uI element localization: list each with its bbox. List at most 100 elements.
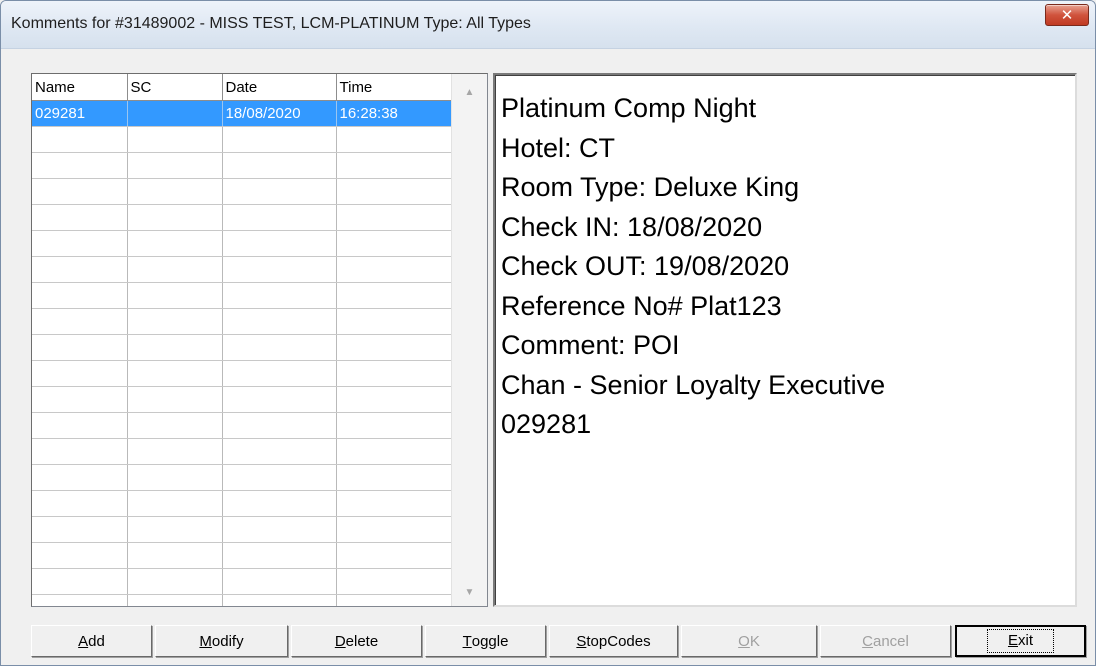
empty-cell xyxy=(336,204,453,231)
empty-cell xyxy=(127,438,223,465)
empty-cell xyxy=(222,152,337,179)
table-row[interactable]: 029281 18/08/2020 16:28:38 xyxy=(32,100,453,127)
empty-cell xyxy=(336,412,453,439)
dialog-content: Name SC Date Time 029281 18/08/2020 16:2… xyxy=(1,49,1095,665)
empty-cell xyxy=(127,152,223,179)
cancel-accelerator: C xyxy=(862,632,873,650)
close-button[interactable]: ✕ xyxy=(1045,4,1089,26)
empty-cell xyxy=(222,308,337,335)
delete-button[interactable]: Delete xyxy=(291,625,422,657)
column-header-sc[interactable]: SC xyxy=(127,74,223,101)
modify-label: odify xyxy=(211,632,244,650)
empty-row xyxy=(32,594,453,606)
ok-button[interactable]: OK xyxy=(681,625,817,657)
add-button[interactable]: Add xyxy=(31,625,152,657)
empty-cell xyxy=(336,334,453,361)
komments-grid: Name SC Date Time 029281 18/08/2020 16:2… xyxy=(32,74,453,606)
empty-row xyxy=(32,152,453,179)
comment-line: 029281 xyxy=(501,409,592,439)
empty-row xyxy=(32,464,453,491)
empty-cell xyxy=(336,464,453,491)
empty-row xyxy=(32,542,453,569)
empty-cell xyxy=(336,594,453,606)
empty-cell xyxy=(32,178,128,205)
scroll-up-arrow-icon[interactable]: ▲ xyxy=(452,80,487,104)
exit-button[interactable]: Exit xyxy=(955,625,1086,657)
column-header-name[interactable]: Name xyxy=(32,74,128,101)
empty-cell xyxy=(32,282,128,309)
stopcodes-button[interactable]: StopCodes xyxy=(549,625,678,657)
empty-cell xyxy=(127,490,223,517)
empty-cell xyxy=(32,308,128,335)
empty-cell xyxy=(336,438,453,465)
empty-cell xyxy=(32,230,128,257)
empty-cell xyxy=(336,152,453,179)
empty-cell xyxy=(222,126,337,153)
empty-cell xyxy=(222,438,337,465)
komments-list[interactable]: Name SC Date Time 029281 18/08/2020 16:2… xyxy=(31,73,488,607)
empty-row xyxy=(32,360,453,387)
empty-cell xyxy=(222,386,337,413)
empty-cell xyxy=(32,126,128,153)
empty-cell xyxy=(222,516,337,543)
empty-cell xyxy=(32,464,128,491)
empty-cell xyxy=(32,568,128,595)
toggle-button[interactable]: Toggle xyxy=(425,625,546,657)
empty-cell xyxy=(222,204,337,231)
komments-window: Komments for #31489002 - MISS TEST, LCM-… xyxy=(0,0,1096,666)
comment-text-area[interactable]: Platinum Comp Night Hotel: CT Room Type:… xyxy=(493,73,1077,607)
modify-accelerator: M xyxy=(199,632,212,650)
add-accelerator: A xyxy=(78,632,89,650)
comment-line: Chan - Senior Loyalty Executive xyxy=(501,369,886,400)
comment-line: Room Type: Deluxe King xyxy=(501,172,800,202)
close-icon: ✕ xyxy=(1060,7,1074,24)
button-bar: Add Modify Delete Toggle StopCodes OK Ca… xyxy=(31,625,1087,657)
toggle-accelerator: T xyxy=(462,632,472,650)
empty-cell xyxy=(32,438,128,465)
modify-button[interactable]: Modify xyxy=(155,625,288,657)
empty-cell xyxy=(336,516,453,543)
empty-cell xyxy=(336,360,453,387)
list-scrollbar[interactable]: ▲ ▼ xyxy=(451,74,487,606)
window-title: Komments for #31489002 - MISS TEST, LCM-… xyxy=(11,15,531,32)
empty-row xyxy=(32,308,453,335)
exit-label: xit xyxy=(1018,632,1033,649)
empty-row xyxy=(32,334,453,361)
empty-cell xyxy=(127,386,223,413)
comment-line: Check OUT: 19/08/2020 xyxy=(501,251,790,281)
empty-cell xyxy=(336,256,453,283)
comment-line: Comment: POI xyxy=(501,330,680,360)
empty-cell xyxy=(127,568,223,595)
empty-row xyxy=(32,256,453,283)
empty-cell xyxy=(32,594,128,606)
empty-cell xyxy=(32,334,128,361)
toggle-label: oggle xyxy=(471,632,509,650)
empty-cell xyxy=(32,152,128,179)
cell-time: 16:28:38 xyxy=(336,100,453,127)
empty-row xyxy=(32,282,453,309)
column-header-time[interactable]: Time xyxy=(336,74,453,101)
empty-row xyxy=(32,412,453,439)
empty-cell xyxy=(336,126,453,153)
empty-cell xyxy=(32,516,128,543)
empty-cell xyxy=(127,230,223,257)
empty-row xyxy=(32,126,453,153)
column-header-date[interactable]: Date xyxy=(222,74,337,101)
empty-cell xyxy=(336,490,453,517)
stopcodes-accelerator: S xyxy=(576,632,587,650)
scroll-down-arrow-icon[interactable]: ▼ xyxy=(452,580,487,604)
cancel-button[interactable]: Cancel xyxy=(820,625,951,657)
empty-cell xyxy=(336,542,453,569)
title-bar[interactable]: Komments for #31489002 - MISS TEST, LCM-… xyxy=(1,1,1095,49)
empty-cell xyxy=(222,282,337,309)
cell-name: 029281 xyxy=(32,100,128,127)
empty-row xyxy=(32,490,453,517)
cell-sc xyxy=(127,100,223,127)
ok-accelerator: O xyxy=(738,632,750,650)
cancel-label: ancel xyxy=(872,632,909,650)
empty-cell xyxy=(127,308,223,335)
empty-row xyxy=(32,516,453,543)
empty-cell xyxy=(222,230,337,257)
empty-cell xyxy=(32,204,128,231)
empty-cell xyxy=(222,360,337,387)
